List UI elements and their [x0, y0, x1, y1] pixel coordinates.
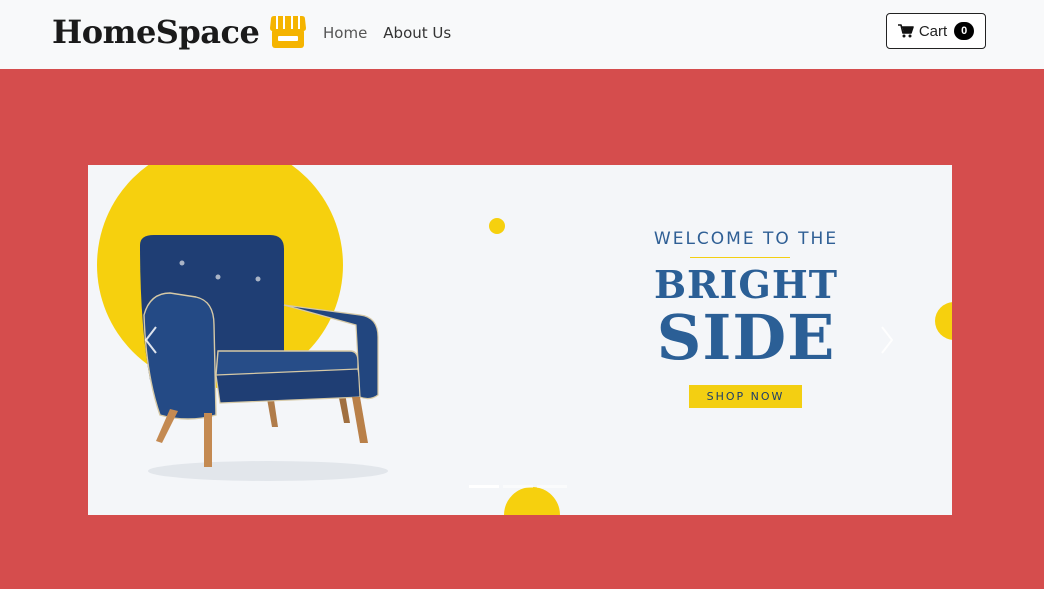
hero-section: WELCOME TO THE BRIGHT SIDE SHOP NOW — [0, 69, 1044, 589]
welcome-underline — [690, 257, 790, 258]
decor-circle-bottom — [504, 487, 560, 515]
carousel-next-button[interactable] — [866, 315, 906, 365]
decor-dot — [489, 218, 505, 234]
cart-label: Cart — [918, 22, 948, 40]
cart-count-badge: 0 — [954, 22, 975, 40]
store-icon — [270, 16, 307, 48]
carousel-prev-button[interactable] — [132, 315, 172, 365]
cart-icon — [897, 24, 914, 38]
brand-logo[interactable]: HomeSpace — [52, 12, 307, 52]
shop-now-button[interactable]: SHOP NOW — [689, 385, 802, 408]
brand-name: HomeSpace — [52, 13, 260, 51]
nav-link-home[interactable]: Home — [323, 23, 367, 43]
headline-side: SIDE — [656, 301, 836, 374]
cart-button[interactable]: Cart 0 — [886, 13, 986, 49]
chevron-left-icon — [144, 326, 157, 354]
hero-carousel: WELCOME TO THE BRIGHT SIDE SHOP NOW — [88, 165, 952, 515]
carousel-indicator-1[interactable] — [469, 485, 499, 488]
carousel-indicator-3[interactable] — [537, 485, 567, 488]
chevron-right-icon — [881, 326, 894, 354]
welcome-text: WELCOME TO THE — [653, 229, 839, 249]
nav-links: Home About Us — [323, 23, 451, 43]
chair-shadow — [148, 461, 388, 481]
nav-link-about-us[interactable]: About Us — [383, 23, 451, 43]
decor-circle-right — [935, 302, 952, 340]
carousel-indicators — [469, 485, 567, 488]
carousel-indicator-2[interactable] — [503, 485, 533, 488]
navbar: HomeSpace Home About Us Cart 0 — [0, 0, 1044, 69]
